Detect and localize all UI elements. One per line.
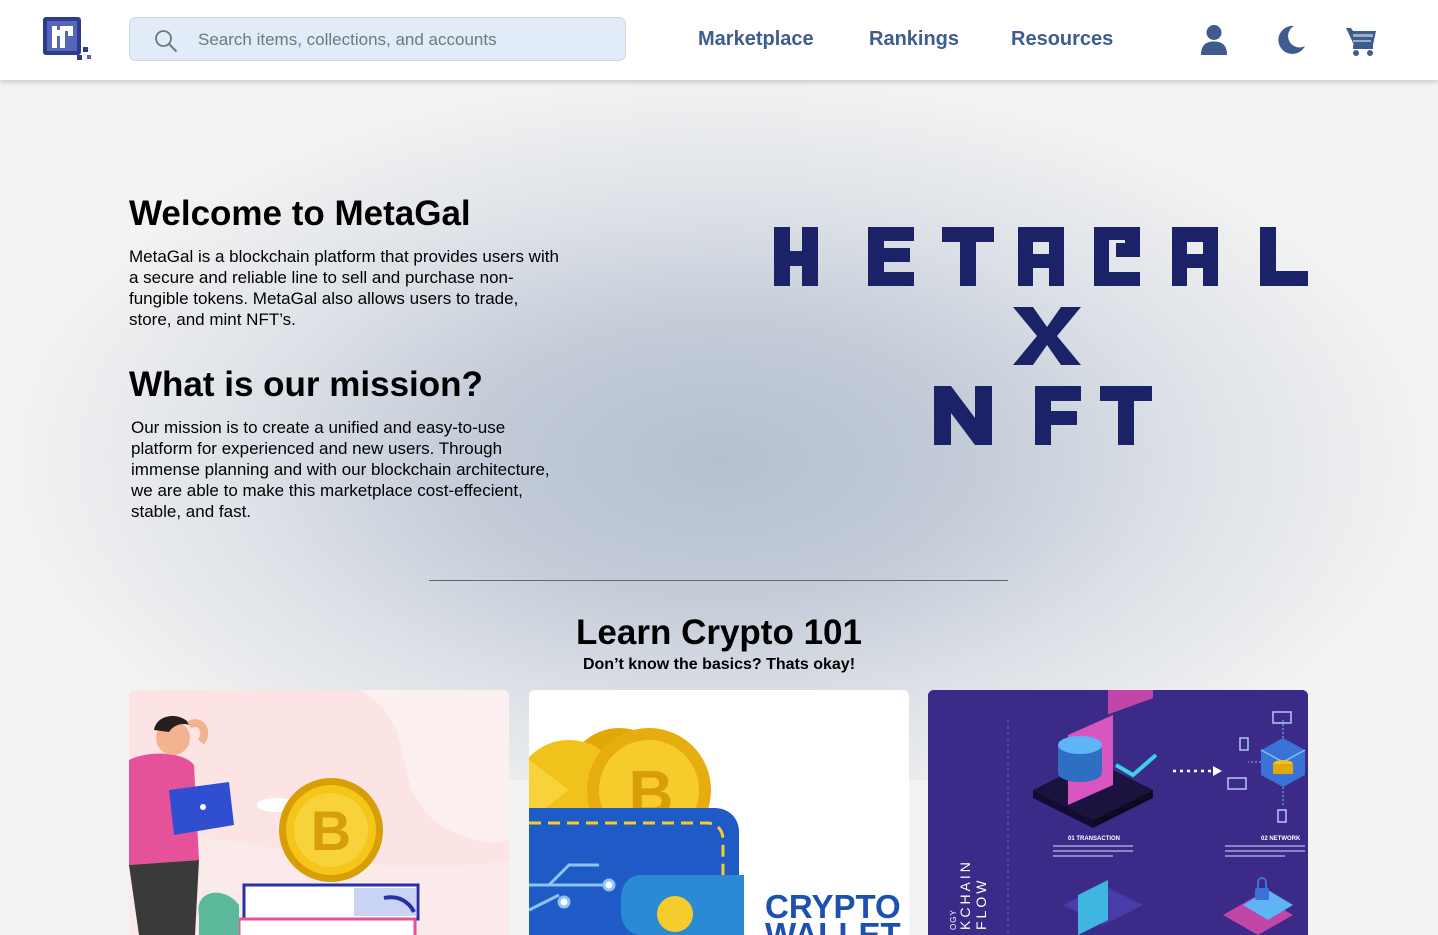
cart-icon[interactable]: [1345, 24, 1377, 58]
learn-card-blockchain-flow[interactable]: 01 TRANSACTION 02 NETWORK KCHAIN FLOW OG…: [928, 690, 1308, 935]
person-bitcoin-illustration: B: [129, 690, 509, 935]
search-icon: [155, 30, 178, 53]
moon-icon[interactable]: [1274, 24, 1306, 56]
learn-card-crypto-wallet[interactable]: B CRYPTO WALLET: [529, 690, 909, 935]
nav-link-rankings[interactable]: Rankings: [869, 28, 959, 51]
search-bar[interactable]: [129, 17, 626, 62]
blockchain-flow-infographic: 01 TRANSACTION 02 NETWORK KCHAIN FLOW OG…: [928, 690, 1308, 935]
metagal-logo-icon[interactable]: [43, 17, 93, 63]
wallet-caption: WALLET: [765, 916, 901, 935]
transaction-label: 01 TRANSACTION: [1068, 836, 1120, 842]
crypto-wallet-illustration: B CRYPTO WALLET: [529, 690, 909, 935]
search-input[interactable]: [196, 18, 610, 62]
welcome-title: Welcome to MetaGal: [129, 194, 471, 233]
svg-text:B: B: [311, 799, 351, 862]
vertical-title-3: OGY: [949, 909, 958, 930]
network-label: 02 NETWORK: [1261, 836, 1301, 842]
vertical-title-1: KCHAIN: [957, 859, 973, 930]
welcome-text: MetaGal is a blockchain platform that pr…: [129, 247, 559, 329]
section-divider: [429, 580, 1008, 581]
learn-section-title: Learn Crypto 101: [576, 613, 862, 652]
top-navigation-bar: Marketplace Rankings Resources: [0, 0, 1438, 80]
mission-title: What is our mission?: [129, 365, 483, 404]
learn-section-subtitle: Don’t know the basics? Thats okay!: [582, 656, 856, 673]
vertical-title-2: FLOW: [973, 878, 989, 930]
metagal-x-nft-logo-art: [774, 227, 1308, 445]
nav-link-marketplace[interactable]: Marketplace: [698, 28, 814, 51]
learn-card-basics[interactable]: B: [129, 690, 509, 935]
nav-link-resources[interactable]: Resources: [1011, 28, 1113, 51]
user-icon[interactable]: [1200, 24, 1228, 56]
mission-text: Our mission is to create a unified and e…: [131, 418, 550, 521]
